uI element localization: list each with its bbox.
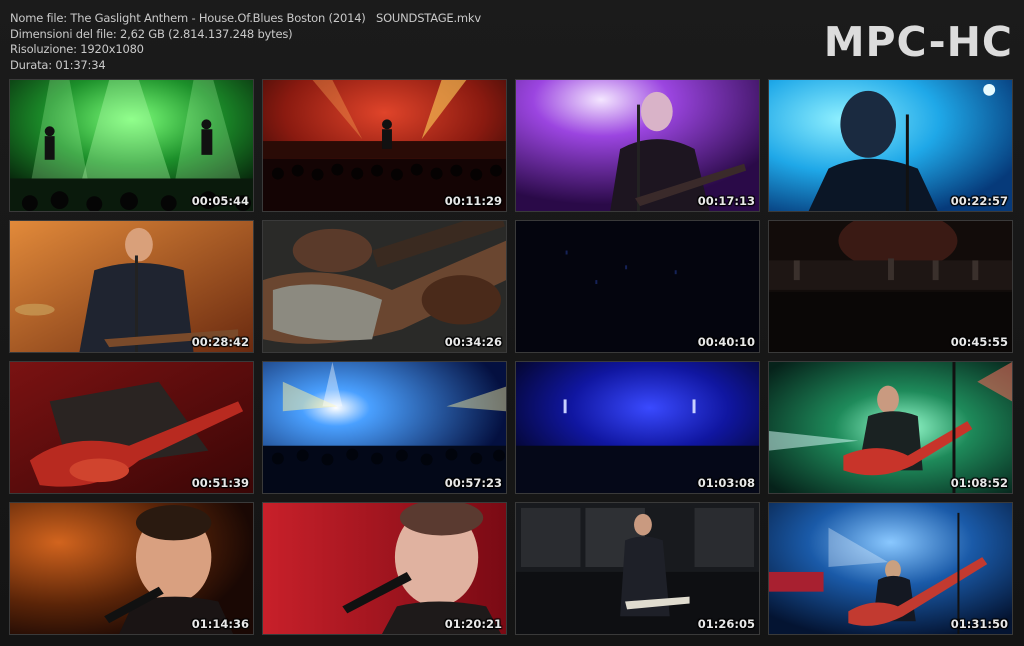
video-frame-dim-stage — [769, 221, 1012, 352]
video-frame-blue-stage — [516, 362, 759, 493]
thumbnail: 01:08:52 — [768, 361, 1013, 494]
timestamp: 00:22:57 — [950, 194, 1008, 208]
video-frame-singer-amps — [516, 503, 759, 634]
video-frame-guitar-closeup — [263, 221, 506, 352]
thumbnail: 01:31:50 — [768, 502, 1013, 635]
timestamp: 01:08:52 — [950, 476, 1008, 490]
video-frame-orange-singer — [10, 221, 253, 352]
file-size-line: Dimensioni del file: 2,62 GB (2.814.137.… — [10, 26, 293, 41]
file-name-line: Nome file: The Gaslight Anthem - House.O… — [10, 11, 481, 25]
timestamp: 01:03:08 — [697, 476, 755, 490]
video-frame-purple-singer — [516, 80, 759, 211]
thumbnail: 01:26:05 — [515, 502, 760, 635]
timestamp: 01:26:05 — [697, 617, 755, 631]
timestamp: 00:51:39 — [191, 476, 249, 490]
video-frame-red-stage — [263, 80, 506, 211]
duration-line: Durata: 01:37:34 — [10, 57, 106, 72]
video-frame-red-singer-mic — [263, 503, 506, 634]
timestamp: 01:31:50 — [950, 617, 1008, 631]
thumbnail-sheet: Nome file: The Gaslight Anthem - House.O… — [0, 0, 1024, 646]
video-frame-blue-stage-guitar — [769, 503, 1012, 634]
thumbnail: 00:51:39 — [9, 361, 254, 494]
video-frame-cyan-singer — [769, 80, 1012, 211]
resolution-line: Risoluzione: 1920x1080 — [10, 42, 144, 56]
thumbnail: 00:05:44 — [9, 79, 254, 212]
timestamp: 00:45:55 — [950, 335, 1008, 349]
timestamp: 00:11:29 — [444, 194, 502, 208]
video-frame-blue-lights — [263, 362, 506, 493]
thumbnail: 01:03:08 — [515, 361, 760, 494]
thumbnail: 00:22:57 — [768, 79, 1013, 212]
thumbnail: 00:34:26 — [262, 220, 507, 353]
file-info: Nome file: The Gaslight Anthem - House.O… — [10, 11, 481, 73]
timestamp: 00:57:23 — [444, 476, 502, 490]
timestamp: 00:28:42 — [191, 335, 249, 349]
thumbnail: 00:28:42 — [9, 220, 254, 353]
video-frame-orange-singer-mic — [10, 503, 253, 634]
video-frame-green-red-guitar — [769, 362, 1012, 493]
thumbnail: 01:14:36 — [9, 502, 254, 635]
timestamp: 00:40:10 — [697, 335, 755, 349]
thumbnail: 00:45:55 — [768, 220, 1013, 353]
timestamp: 01:20:21 — [444, 617, 502, 631]
timestamp: 00:34:26 — [444, 335, 502, 349]
thumbnail: 00:40:10 — [515, 220, 760, 353]
mpc-hc-logo: MPC-HC — [823, 18, 1013, 66]
thumbnail-grid: 00:05:44 00:11:29 00:17:13 00:22:57 00:2… — [9, 79, 1013, 635]
timestamp: 00:17:13 — [697, 194, 755, 208]
timestamp: 01:14:36 — [191, 617, 249, 631]
thumbnail: 00:57:23 — [262, 361, 507, 494]
thumbnail: 00:17:13 — [515, 79, 760, 212]
video-frame-green-stage — [10, 80, 253, 211]
thumbnail: 01:20:21 — [262, 502, 507, 635]
video-frame-dark-stage — [516, 221, 759, 352]
video-frame-red-guitarist — [10, 362, 253, 493]
timestamp: 00:05:44 — [191, 194, 249, 208]
thumbnail: 00:11:29 — [262, 79, 507, 212]
